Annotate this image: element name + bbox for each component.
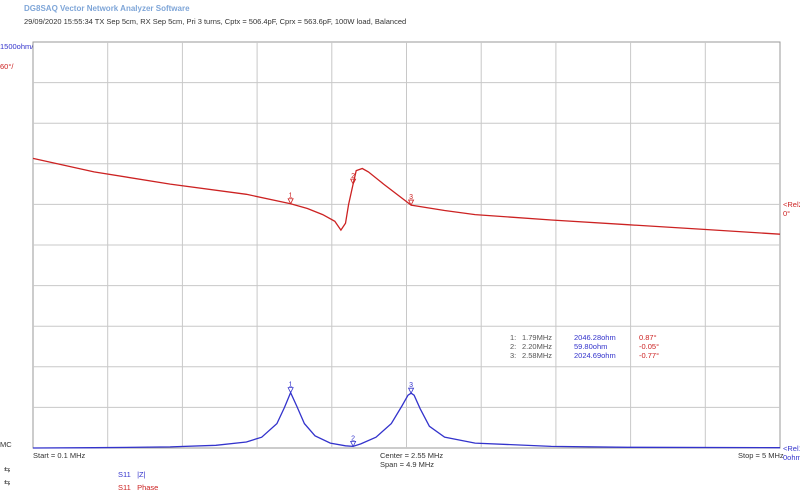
legend-phase[interactable]: S11 Phase xyxy=(118,483,158,492)
legend-mag[interactable]: S11 |Z| xyxy=(118,470,146,479)
vna-plot[interactable]: 1 1 2 2 3 3 xyxy=(0,0,800,500)
marker-readout-1: 1: 1.79MHz 2046.28ohm 0.87° xyxy=(510,333,657,342)
marker-mag-label-3: 3 xyxy=(409,382,413,389)
marker-readout-2: 2: 2.20MHz 59.80ohm -0.05° xyxy=(510,342,660,351)
marker-readout-3: 3: 2.58MHz 2024.69ohm -0.77° xyxy=(510,351,660,360)
marker-phase-label-1: 1 xyxy=(289,193,293,200)
marker-mag-label-1: 1 xyxy=(289,382,293,389)
marker-phase-label-3: 3 xyxy=(409,194,413,201)
marker-mag-label-2: 2 xyxy=(351,435,355,442)
marker-phase-label-2: 2 xyxy=(351,173,355,180)
